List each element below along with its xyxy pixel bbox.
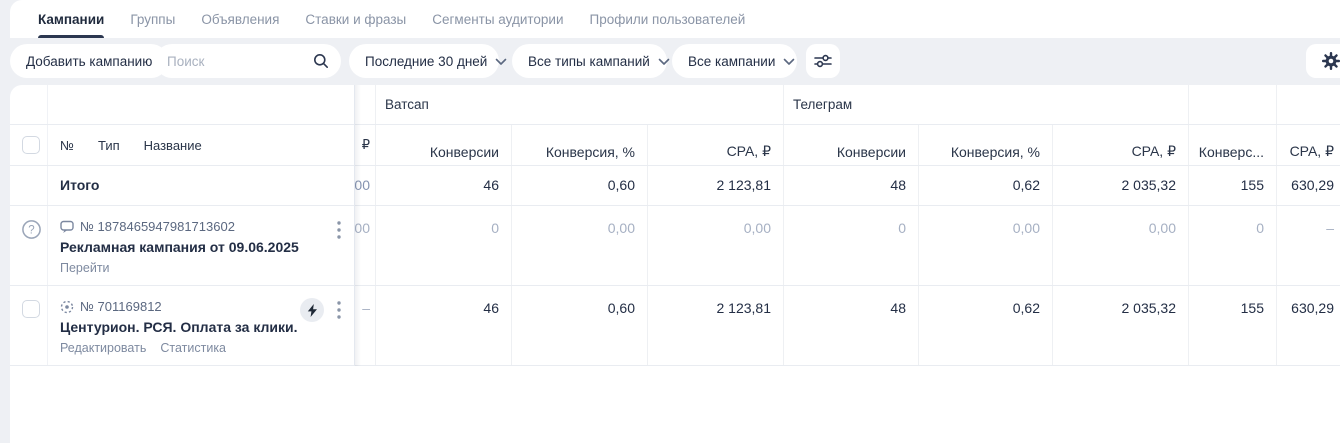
campaign-name[interactable]: Центурион. РСЯ. Оплата за клики.: [60, 319, 342, 335]
target-icon: [60, 300, 74, 314]
table-settings-button[interactable]: [1306, 44, 1340, 78]
totals-tg-cpa: 2 035,32: [1053, 166, 1189, 205]
row-partial-value: –: [354, 286, 375, 316]
kebab-menu-icon[interactable]: [330, 220, 348, 240]
wa-conversion-pct-value: 0,60: [512, 286, 648, 365]
campaign-type-value: Все типы кампаний: [528, 54, 650, 69]
tab-campaigns[interactable]: Кампании: [38, 0, 104, 38]
campaign-name[interactable]: Рекламная кампания от 09.06.2025: [60, 239, 342, 255]
search-input[interactable]: Поиск: [155, 44, 341, 78]
tab-groups[interactable]: Группы: [130, 0, 175, 38]
totals-cpa: 630,29: [1277, 166, 1340, 205]
col-header-cpa-last[interactable]: CPA, ₽: [1277, 125, 1340, 165]
filters-button[interactable]: [806, 44, 840, 78]
add-campaign-button[interactable]: Добавить кампанию: [10, 44, 168, 78]
svg-text:?: ?: [28, 225, 34, 237]
totals-tg-conversion-pct: 0,62: [919, 166, 1053, 205]
chevron-down-icon: [658, 54, 670, 69]
row-checkbox[interactable]: [22, 300, 40, 318]
campaign-link-go[interactable]: Перейти: [60, 261, 110, 275]
tab-audience-segments[interactable]: Сегменты аудитории: [432, 0, 563, 38]
campaign-link-stats[interactable]: Статистика: [160, 341, 226, 355]
totals-wa-conversion-pct: 0,60: [512, 166, 648, 205]
kebab-menu-icon[interactable]: [330, 300, 348, 320]
tg-conversion-pct-value: 0,00: [919, 206, 1053, 285]
gear-icon: [1321, 51, 1340, 71]
col-header-type[interactable]: Тип: [98, 138, 120, 153]
conversions-value: 0: [1189, 206, 1277, 285]
col-header-tg-conversions[interactable]: Конверсии: [784, 125, 919, 165]
totals-partial-value: 00: [354, 177, 375, 193]
question-circle-icon[interactable]: ?: [21, 219, 42, 245]
wa-cpa-value: 2 123,81: [648, 286, 784, 365]
date-range-value: Последние 30 дней: [365, 54, 487, 69]
wa-cpa-value: 0,00: [648, 206, 784, 285]
campaign-filter-value: Все кампании: [688, 54, 775, 69]
wa-conversions-value: 0: [376, 206, 512, 285]
col-header-tg-cpa[interactable]: CPA, ₽: [1053, 125, 1189, 165]
wa-conversion-pct-value: 0,00: [512, 206, 648, 285]
tg-conversion-pct-value: 0,62: [919, 286, 1053, 365]
sliders-icon: [814, 53, 832, 69]
col-header-wa-conversions[interactable]: Конверсии: [376, 125, 512, 165]
table-row: № 701169812 Центурион. РСЯ. Оплата за кл…: [10, 286, 1340, 366]
col-header-conversions-truncated[interactable]: Конверс...: [1189, 125, 1277, 165]
table-group-header-row: Ватсап Телеграм: [10, 85, 1340, 125]
col-header-name[interactable]: Название: [144, 138, 202, 153]
tg-cpa-value: 2 035,32: [1053, 286, 1189, 365]
tg-conversions-value: 48: [784, 286, 919, 365]
top-tab-bar: Кампании Группы Объявления Ставки и фраз…: [10, 0, 1340, 38]
campaign-number[interactable]: № 701169812: [80, 299, 162, 314]
chevron-down-icon: [783, 54, 795, 69]
totals-conversions: 155: [1189, 166, 1277, 205]
totals-row: Итого 00 46 0,60 2 123,81 48 0,62 2 035,…: [10, 166, 1340, 206]
search-icon: [313, 53, 329, 69]
group-label-whatsapp: Ватсап: [376, 85, 783, 112]
tab-bids-phrases[interactable]: Ставки и фразы: [305, 0, 406, 38]
campaigns-table: Ватсап Телеграм № Тип Название ₽ Конверс…: [10, 85, 1340, 443]
conversions-value: 155: [1189, 286, 1277, 365]
tg-cpa-value: 0,00: [1053, 206, 1189, 285]
wa-conversions-value: 46: [376, 286, 512, 365]
col-header-number[interactable]: №: [60, 138, 74, 153]
campaign-number[interactable]: № 1878465947981713602: [80, 219, 235, 234]
row-partial-value: 00: [354, 206, 375, 236]
campaign-type-dropdown[interactable]: Все типы кампаний: [512, 44, 667, 78]
totals-wa-conversions: 46: [376, 166, 512, 205]
tg-conversions-value: 0: [784, 206, 919, 285]
campaign-filter-dropdown[interactable]: Все кампании: [672, 44, 797, 78]
select-all-checkbox[interactable]: [22, 136, 40, 154]
col-header-currency-partial: ₽: [354, 137, 375, 153]
col-header-wa-conversion-pct[interactable]: Конверсия, %: [512, 125, 648, 165]
chevron-down-icon: [495, 54, 507, 69]
col-header-wa-cpa[interactable]: CPA, ₽: [648, 125, 784, 165]
toolbar: Добавить кампанию Поиск Последние 30 дне…: [0, 38, 1340, 85]
date-range-dropdown[interactable]: Последние 30 дней: [349, 44, 499, 78]
campaign-link-edit[interactable]: Редактировать: [60, 341, 146, 355]
totals-wa-cpa: 2 123,81: [648, 166, 784, 205]
campaign-number-line: № 1878465947981713602: [60, 219, 342, 234]
lightning-icon[interactable]: [300, 298, 324, 322]
table-row: ? № 1878465947981713602 Рекламная кампан…: [10, 206, 1340, 286]
search-placeholder: Поиск: [167, 54, 313, 69]
tab-user-profiles[interactable]: Профили пользователей: [590, 0, 746, 38]
tab-ads[interactable]: Объявления: [201, 0, 279, 38]
chat-bubble-icon: [60, 220, 74, 234]
totals-tg-conversions: 48: [784, 166, 919, 205]
cpa-value: –: [1277, 206, 1340, 285]
col-header-tg-conversion-pct[interactable]: Конверсия, %: [919, 125, 1053, 165]
group-label-telegram: Телеграм: [784, 85, 1188, 112]
table-header-row: № Тип Название ₽ Конверсии Конверсия, % …: [10, 125, 1340, 166]
totals-label: Итого: [48, 177, 354, 193]
cpa-value: 630,29: [1277, 286, 1340, 365]
